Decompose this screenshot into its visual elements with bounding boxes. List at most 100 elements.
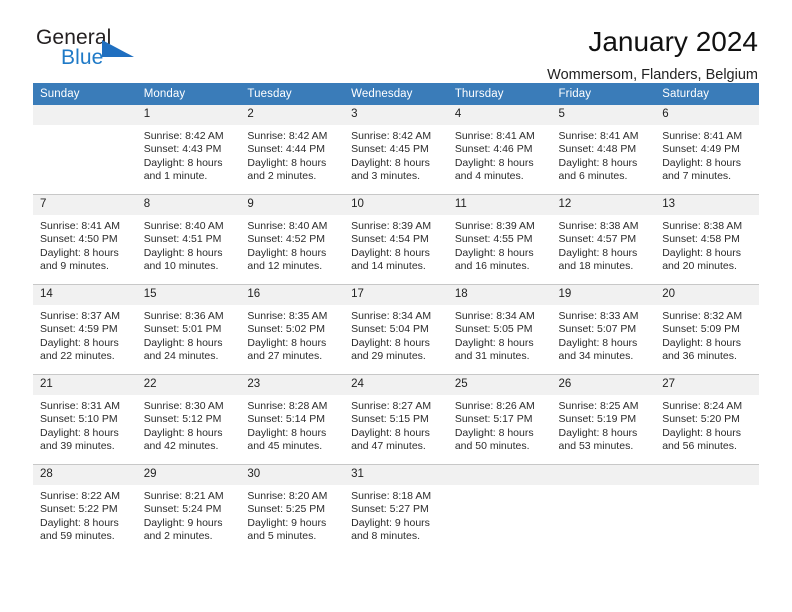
calendar-day-cell[interactable]: 20 Sunrise: 8:32 AM Sunset: 5:09 PM Dayligh… — [655, 284, 759, 375]
calendar-day-cell[interactable]: 1 Sunrise: 8:42 AM Sunset: 4:43 PM Daylight… — [136, 105, 241, 195]
daylight-text: Daylight: 8 hours — [247, 336, 327, 349]
daylight-text-cont: and 10 minutes. — [143, 260, 219, 273]
calendar-day-cell[interactable]: 25 Sunrise: 8:26 AM Sunset: 5:17 PM Dayligh… — [447, 374, 552, 465]
day-details: Sunrise: 8:27 AM Sunset: 5:15 PM Daylight:… — [344, 395, 448, 454]
sunrise-text: Sunrise: 8:35 AM — [247, 310, 328, 322]
calendar-day-cell[interactable]: 27 Sunrise: 8:24 AM Sunset: 5:20 PM Dayligh… — [655, 374, 759, 465]
sunset-text: Sunset: 5:07 PM — [558, 323, 637, 336]
daylight-text-cont: and 2 minutes. — [143, 530, 213, 543]
daylight-text: Daylight: 8 hours — [351, 336, 430, 349]
sunset-text: Sunset: 5:15 PM — [351, 413, 429, 426]
daylight-text: Daylight: 8 hours — [247, 426, 327, 439]
daylight-text-cont: and 9 minutes. — [40, 260, 109, 273]
calendar-day-cell[interactable]: 11 Sunrise: 8:39 AM Sunset: 4:55 PM Dayligh… — [447, 194, 552, 285]
calendar-day-cell[interactable]: 7 Sunrise: 8:41 AM Sunset: 4:50 PM Daylight… — [33, 194, 137, 285]
calendar-day-cell[interactable]: 18 Sunrise: 8:34 AM Sunset: 5:05 PM Dayligh… — [447, 284, 552, 375]
calendar-day-cell[interactable]: 24 Sunrise: 8:27 AM Sunset: 5:15 PM Dayligh… — [344, 374, 448, 465]
logo-triangle-icon — [102, 40, 134, 57]
weekday-header-thursday: Thursday — [447, 83, 552, 105]
sunrise-text: Sunrise: 8:18 AM — [351, 490, 432, 502]
day-details: Sunrise: 8:40 AM Sunset: 4:52 PM Daylight:… — [240, 215, 344, 274]
calendar-week-row: 1 Sunrise: 8:42 AM Sunset: 4:43 PM Daylight… — [33, 105, 759, 195]
general-blue-logo[interactable]: General Blue — [36, 26, 151, 72]
day-number: 25 — [447, 375, 552, 395]
calendar-day-cell[interactable]: 6 Sunrise: 8:41 AM Sunset: 4:49 PM Daylight… — [655, 105, 759, 195]
calendar-day-cell[interactable]: 15 Sunrise: 8:36 AM Sunset: 5:01 PM Dayligh… — [136, 284, 241, 375]
day-number: 16 — [240, 285, 345, 305]
daylight-text-cont: and 29 minutes. — [351, 350, 426, 363]
weekday-header-sunday: Sunday — [33, 83, 137, 105]
calendar-day-cell[interactable]: 29 Sunrise: 8:21 AM Sunset: 5:24 PM Dayligh… — [136, 464, 241, 554]
calendar-day-cell[interactable]: 19 Sunrise: 8:33 AM Sunset: 5:07 PM Dayligh… — [551, 284, 656, 375]
daylight-text: Daylight: 8 hours — [662, 246, 742, 259]
calendar-day-cell[interactable]: 16 Sunrise: 8:35 AM Sunset: 5:02 PM Dayligh… — [240, 284, 345, 375]
weekday-header-friday: Friday — [551, 83, 656, 105]
daylight-text: Daylight: 8 hours — [143, 336, 223, 349]
calendar-day-cell[interactable]: 3 Sunrise: 8:42 AM Sunset: 4:45 PM Daylight… — [344, 105, 448, 195]
calendar-day-cell[interactable]: 4 Sunrise: 8:41 AM Sunset: 4:46 PM Daylight… — [447, 105, 552, 195]
day-details: Sunrise: 8:18 AM Sunset: 5:27 PM Daylight:… — [344, 485, 448, 544]
sunrise-text: Sunrise: 8:20 AM — [247, 490, 328, 502]
sunrise-text: Sunrise: 8:41 AM — [558, 130, 639, 142]
sunset-text: Sunset: 4:48 PM — [558, 143, 637, 156]
daylight-text: Daylight: 8 hours — [558, 426, 638, 439]
daylight-text-cont: and 16 minutes. — [454, 260, 530, 273]
day-number: 26 — [551, 375, 656, 395]
calendar-day-cell[interactable]: 23 Sunrise: 8:28 AM Sunset: 5:14 PM Dayligh… — [240, 374, 345, 465]
calendar-day-cell[interactable]: 9 Sunrise: 8:40 AM Sunset: 4:52 PM Daylight… — [240, 194, 345, 285]
calendar-day-cell[interactable]: 2 Sunrise: 8:42 AM Sunset: 4:44 PM Daylight… — [240, 105, 345, 195]
day-details: Sunrise: 8:39 AM Sunset: 4:55 PM Daylight:… — [448, 215, 552, 274]
daylight-text: Daylight: 8 hours — [40, 516, 119, 529]
calendar-day-cell[interactable]: 26 Sunrise: 8:25 AM Sunset: 5:19 PM Dayligh… — [551, 374, 656, 465]
day-details: Sunrise: 8:37 AM Sunset: 4:59 PM Daylight:… — [33, 305, 137, 364]
day-details: Sunrise: 8:41 AM Sunset: 4:46 PM Daylight:… — [448, 125, 552, 184]
sunset-text: Sunset: 4:59 PM — [40, 323, 118, 336]
day-details: Sunrise: 8:38 AM Sunset: 4:58 PM Daylight:… — [655, 215, 759, 274]
sunset-text: Sunset: 4:49 PM — [662, 143, 740, 156]
sunset-text: Sunset: 5:12 PM — [143, 413, 222, 426]
sunset-text: Sunset: 4:45 PM — [351, 143, 429, 156]
day-number: 13 — [655, 195, 759, 215]
sunset-text: Sunset: 4:51 PM — [143, 233, 222, 246]
day-number — [447, 465, 552, 485]
day-number: 11 — [447, 195, 552, 215]
sunset-text: Sunset: 5:04 PM — [351, 323, 429, 336]
calendar-day-cell[interactable]: 17 Sunrise: 8:34 AM Sunset: 5:04 PM Dayligh… — [344, 284, 448, 375]
day-number: 12 — [551, 195, 656, 215]
day-details: Sunrise: 8:42 AM Sunset: 4:45 PM Daylight:… — [344, 125, 448, 184]
sunset-text: Sunset: 5:10 PM — [40, 413, 118, 426]
calendar-day-cell[interactable]: 22 Sunrise: 8:30 AM Sunset: 5:12 PM Dayligh… — [136, 374, 241, 465]
calendar-day-cell[interactable]: 5 Sunrise: 8:41 AM Sunset: 4:48 PM Daylight… — [551, 105, 656, 195]
daylight-text-cont: and 34 minutes. — [558, 350, 634, 363]
sunset-text: Sunset: 5:09 PM — [662, 323, 740, 336]
day-number: 29 — [136, 465, 241, 485]
sunrise-text: Sunrise: 8:21 AM — [143, 490, 224, 502]
calendar-day-cell[interactable]: 8 Sunrise: 8:40 AM Sunset: 4:51 PM Daylight… — [136, 194, 241, 285]
calendar-day-cell[interactable]: 14 Sunrise: 8:37 AM Sunset: 4:59 PM Dayligh… — [33, 284, 137, 375]
daylight-text-cont: and 3 minutes. — [351, 170, 420, 183]
calendar-day-cell[interactable]: 21 Sunrise: 8:31 AM Sunset: 5:10 PM Dayligh… — [33, 374, 137, 465]
daylight-text-cont: and 4 minutes. — [454, 170, 524, 183]
daylight-text: Daylight: 8 hours — [143, 156, 223, 169]
calendar-cell-empty — [447, 464, 552, 554]
day-details: Sunrise: 8:36 AM Sunset: 5:01 PM Daylight:… — [137, 305, 241, 364]
day-number: 24 — [344, 375, 448, 395]
calendar-day-cell[interactable]: 30 Sunrise: 8:20 AM Sunset: 5:25 PM Dayligh… — [240, 464, 345, 554]
calendar-table: Sunday Monday Tuesday Wednesday Thursday Frid… — [33, 83, 759, 554]
calendar-cell-empty — [551, 464, 656, 554]
sunset-text: Sunset: 5:17 PM — [454, 413, 533, 426]
calendar-day-cell[interactable]: 12 Sunrise: 8:38 AM Sunset: 4:57 PM Dayligh… — [551, 194, 656, 285]
sunrise-text: Sunrise: 8:42 AM — [143, 130, 224, 142]
calendar-cell-empty — [33, 105, 137, 195]
daylight-text: Daylight: 8 hours — [40, 336, 119, 349]
daylight-text-cont: and 5 minutes. — [247, 530, 317, 543]
calendar-day-cell[interactable]: 13 Sunrise: 8:38 AM Sunset: 4:58 PM Dayligh… — [655, 194, 759, 285]
calendar-day-cell[interactable]: 31 Sunrise: 8:18 AM Sunset: 5:27 PM Dayligh… — [344, 464, 448, 554]
calendar-day-cell[interactable]: 10 Sunrise: 8:39 AM Sunset: 4:54 PM Dayligh… — [344, 194, 448, 285]
daylight-text-cont: and 1 minute. — [143, 170, 208, 183]
daylight-text-cont: and 56 minutes. — [662, 440, 737, 453]
sunrise-text: Sunrise: 8:31 AM — [40, 400, 120, 412]
day-details: Sunrise: 8:41 AM Sunset: 4:49 PM Daylight:… — [655, 125, 759, 184]
calendar-day-cell[interactable]: 28 Sunrise: 8:22 AM Sunset: 5:22 PM Dayligh… — [33, 464, 137, 554]
daylight-text: Daylight: 9 hours — [143, 516, 223, 529]
